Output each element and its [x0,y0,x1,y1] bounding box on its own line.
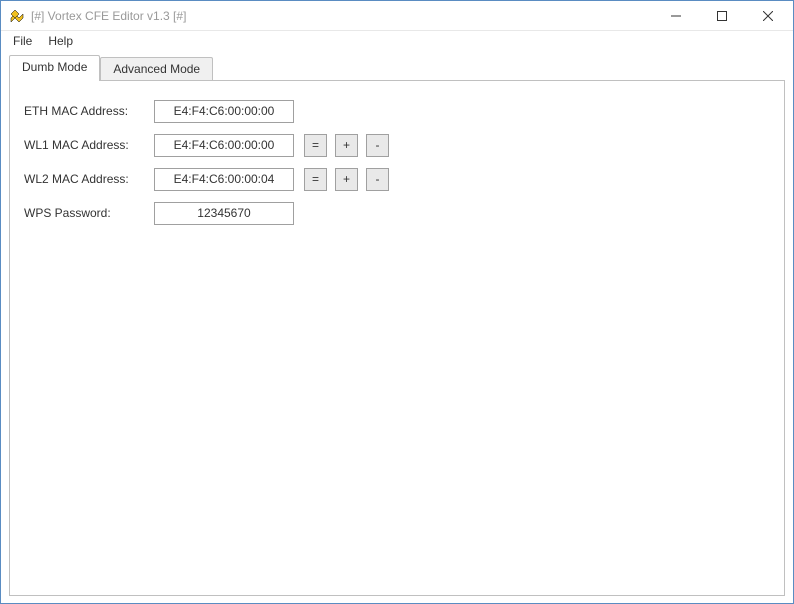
label-wl2-mac: WL2 MAC Address: [24,172,154,186]
input-eth-mac[interactable] [154,100,294,123]
window-controls [653,1,791,30]
wl2-button-group: = + - [304,168,389,191]
app-icon [9,8,25,24]
tab-advanced-mode[interactable]: Advanced Mode [100,57,213,80]
menubar: File Help [1,31,793,51]
menu-file[interactable]: File [5,32,40,50]
row-eth-mac: ETH MAC Address: [24,99,770,123]
row-wl1-mac: WL1 MAC Address: = + - [24,133,770,157]
row-wl2-mac: WL2 MAC Address: = + - [24,167,770,191]
wl1-plus-button[interactable]: + [335,134,358,157]
tab-dumb-mode[interactable]: Dumb Mode [9,55,100,81]
close-button[interactable] [745,1,791,30]
titlebar: [#] Vortex CFE Editor v1.3 [#] [1,1,793,31]
wl2-eq-button[interactable]: = [304,168,327,191]
window-title: [#] Vortex CFE Editor v1.3 [#] [31,9,653,23]
maximize-button[interactable] [699,1,745,30]
tab-panel: ETH MAC Address: WL1 MAC Address: = + - … [9,80,785,596]
label-wl1-mac: WL1 MAC Address: [24,138,154,152]
minimize-button[interactable] [653,1,699,30]
menu-help[interactable]: Help [40,32,81,50]
label-wps: WPS Password: [24,206,154,220]
row-wps: WPS Password: [24,201,770,225]
input-wps[interactable] [154,202,294,225]
wl1-eq-button[interactable]: = [304,134,327,157]
wl2-plus-button[interactable]: + [335,168,358,191]
input-wl2-mac[interactable] [154,168,294,191]
wl2-minus-button[interactable]: - [366,168,389,191]
input-wl1-mac[interactable] [154,134,294,157]
tab-strip: Dumb Mode Advanced Mode [9,55,785,80]
wl1-minus-button[interactable]: - [366,134,389,157]
label-eth-mac: ETH MAC Address: [24,104,154,118]
wl1-button-group: = + - [304,134,389,157]
content-area: Dumb Mode Advanced Mode ETH MAC Address:… [1,51,793,603]
